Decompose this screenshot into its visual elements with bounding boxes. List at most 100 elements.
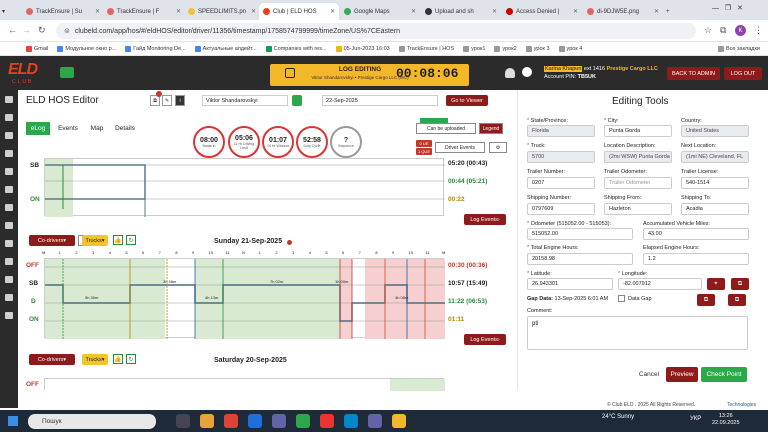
map-pin-icon[interactable]: ⌖ — [707, 278, 725, 290]
trucks-button[interactable]: Trucks ▾ — [82, 235, 108, 246]
tab-elog[interactable]: eLog — [26, 122, 50, 135]
notification-badge[interactable] — [522, 67, 532, 77]
close-icon[interactable]: ✕ — [95, 8, 100, 15]
chat-icon[interactable] — [5, 276, 13, 283]
close-icon[interactable]: ✕ — [573, 8, 578, 15]
latitude-input[interactable]: 26.943301 — [527, 278, 613, 290]
country-select[interactable]: United States — [681, 125, 749, 137]
bookmark-item[interactable]: Актуальные апдейт... — [194, 45, 257, 52]
driver-events-select[interactable]: Driver Events — [435, 142, 485, 153]
alert-icon[interactable] — [5, 222, 13, 229]
copy-icon[interactable]: ⧉ — [697, 294, 715, 306]
report-icon[interactable] — [5, 168, 13, 175]
edit-icon[interactable]: ✎ — [162, 95, 172, 106]
co-drivers-button[interactable]: Co-drivers ▾ — [29, 354, 75, 365]
trailer-number-input[interactable]: 0207 — [527, 177, 595, 189]
calendar-icon[interactable] — [5, 114, 13, 121]
browser-tab[interactable]: Google Maps ✕ — [340, 3, 420, 20]
menu-icon[interactable]: ⋮ — [754, 25, 763, 36]
language-indicator[interactable]: УКР — [690, 416, 701, 422]
state-select[interactable]: Florida — [527, 125, 595, 137]
date-input[interactable]: 22-Sep-2025 — [322, 95, 438, 106]
log-grid-day1[interactable] — [44, 158, 445, 217]
ue-badge[interactable]: 0 UE — [416, 140, 432, 147]
tab-events[interactable]: Events — [54, 122, 82, 135]
engine-hours-input[interactable]: 20158.98 — [527, 253, 633, 265]
user-icon[interactable] — [292, 95, 302, 106]
browser-tab[interactable]: Upload and sh ✕ — [421, 3, 501, 20]
users-icon[interactable] — [5, 150, 13, 157]
chrome-icon[interactable] — [224, 414, 238, 428]
close-icon[interactable]: ✕ — [251, 8, 256, 15]
can-be-uploaded-select[interactable]: Can be uploaded — [416, 123, 476, 134]
cancel-button[interactable]: Cancel — [636, 367, 662, 382]
vehicle-miles-input[interactable]: 43.00 — [643, 228, 749, 240]
odometer-input[interactable]: 515052.00 — [527, 228, 633, 240]
app-icon[interactable] — [368, 414, 382, 428]
site-info-icon[interactable]: ⊜ — [64, 27, 70, 35]
browser-tab[interactable]: SPEEDLIMITS.pn ✕ — [184, 3, 260, 20]
forward-icon[interactable]: → — [22, 25, 31, 35]
trucks-button[interactable]: Trucks ▾ — [82, 354, 108, 365]
trailer-license-input[interactable]: 540-1514 — [681, 177, 749, 189]
comment-textarea[interactable]: pti — [527, 316, 748, 350]
tab-details[interactable]: Details — [110, 122, 140, 135]
driver-select[interactable]: Viktor Shandarovskyi — [202, 95, 288, 106]
shipping-from-input[interactable]: Hazleton — [604, 203, 672, 215]
bookmark-item[interactable]: Companies with res... — [265, 45, 327, 52]
co-drivers-button[interactable]: Co-drivers ▾ — [29, 235, 75, 246]
bookmark-star-icon[interactable]: ☆ — [704, 25, 712, 36]
elapsed-hours-input[interactable]: 1.2 — [643, 253, 749, 265]
log-events-button[interactable]: Log Events › — [464, 214, 506, 225]
bookmark-item[interactable]: Gmail — [26, 45, 48, 52]
shipping-number-input[interactable]: 0797609 — [527, 203, 595, 215]
close-icon[interactable]: ✕ — [330, 8, 335, 15]
bookmark-item[interactable]: Гайд Monitoring De... — [125, 45, 186, 52]
shipping-to-input[interactable]: Acadia — [681, 203, 749, 215]
new-tab-button[interactable]: + — [664, 3, 676, 20]
all-bookmarks[interactable]: Все закладки — [717, 45, 760, 52]
refresh-icon[interactable]: ↻ — [126, 354, 136, 364]
bookmark-item[interactable]: 05-Jun-2023 16:03 — [335, 45, 390, 52]
window-controls[interactable]: — ❐ ✕ — [712, 4, 743, 12]
info-icon[interactable]: i — [175, 95, 185, 106]
trailer-odometer-input[interactable]: Trailer Odometer — [604, 177, 672, 189]
browser-tab[interactable]: TrackEnsure | F ✕ — [103, 3, 185, 20]
settings-icon[interactable] — [5, 258, 13, 265]
browser-tab-active[interactable]: Club | ELD HOS ✕ — [259, 3, 339, 20]
weather-widget[interactable]: 24°C Sunny — [602, 414, 634, 420]
bookmark-item[interactable]: урок 4 — [558, 45, 582, 52]
data-gap-checkbox[interactable] — [618, 295, 625, 302]
thumbs-up-icon[interactable]: 👍 — [113, 235, 123, 245]
telegram-icon[interactable] — [344, 414, 358, 428]
tab-menu-icon[interactable]: ▾ — [2, 3, 8, 20]
truck-select[interactable]: 5700 — [527, 151, 595, 163]
taskbar-search[interactable]: Пошук — [28, 414, 156, 429]
close-icon[interactable]: ✕ — [492, 8, 497, 15]
location-description-input[interactable]: (2mi WSW) Punta Gorda — [604, 151, 672, 163]
thumbs-up-icon[interactable]: 👍 — [113, 354, 123, 364]
preview-button[interactable]: Preview — [666, 367, 698, 382]
extensions-icon[interactable]: ⧉ — [720, 25, 726, 36]
close-icon[interactable]: ✕ — [654, 8, 659, 15]
truck-icon[interactable] — [5, 132, 13, 139]
go-to-viewer-button[interactable]: Go to Viewer — [446, 95, 488, 106]
windows-start-icon[interactable] — [8, 416, 18, 426]
que-badge[interactable]: 1 QUE — [416, 148, 432, 155]
browser-tab[interactable]: di-9DJW5E.png ✕ — [583, 3, 663, 20]
copy-icon[interactable]: ⧉ — [731, 278, 749, 290]
longitude-input[interactable]: -82.007912 — [618, 278, 702, 290]
bookmark-item[interactable]: урок2 — [494, 45, 517, 52]
fuel-icon[interactable] — [5, 204, 13, 211]
close-icon[interactable]: ✕ — [176, 8, 181, 15]
map-icon[interactable] — [5, 186, 13, 193]
log-grid-day3[interactable] — [44, 378, 445, 391]
logout-button[interactable]: LOG OUT — [724, 67, 762, 80]
taskbar-clock[interactable]: 13:26 22.09.2025 — [712, 413, 740, 427]
task-view-icon[interactable] — [176, 414, 190, 428]
app-icon[interactable] — [320, 414, 334, 428]
eld-logo[interactable]: ELD — [8, 61, 38, 79]
paste-icon[interactable]: ⧉ — [728, 294, 746, 306]
legend-button[interactable]: Legend — [479, 123, 503, 134]
home-icon[interactable] — [5, 96, 13, 103]
